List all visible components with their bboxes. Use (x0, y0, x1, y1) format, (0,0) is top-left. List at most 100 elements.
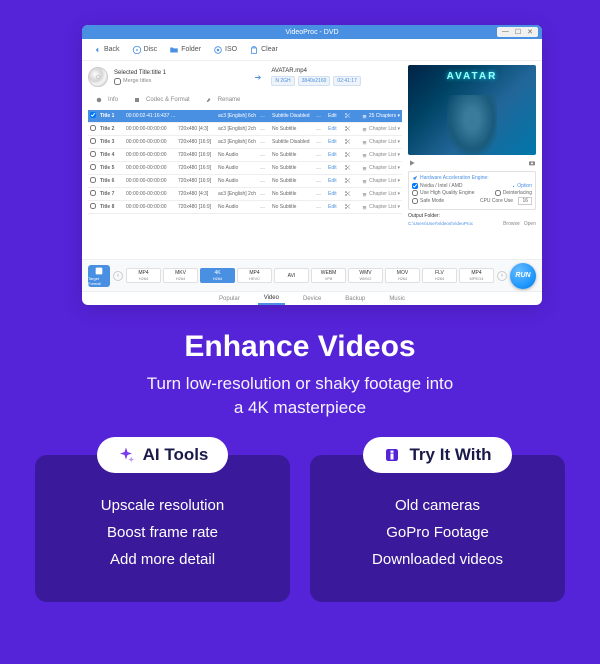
edit-link[interactable]: Edit (328, 165, 342, 171)
subtitle-chevron-icon[interactable]: … (316, 178, 326, 184)
subtitle-chevron-icon[interactable]: … (316, 165, 326, 171)
chapter-dropdown[interactable]: 25 Chapters ▾ (356, 113, 400, 119)
hq-checkbox[interactable] (412, 190, 418, 196)
chapter-dropdown[interactable]: Chapter List ▾ (356, 152, 400, 158)
table-row[interactable]: Title 5 00:00:00-00:00:00 720x480 [16:9]… (88, 162, 402, 175)
table-row[interactable]: Title 3 00:00:00-00:00:00 720x480 [16:9]… (88, 136, 402, 149)
video-preview[interactable]: AVATAR (408, 65, 536, 155)
table-row[interactable]: Title 6 00:00:00-00:00:00 720x480 [16:9]… (88, 175, 402, 188)
scissors-icon[interactable] (344, 112, 354, 121)
scissors-icon[interactable] (344, 125, 354, 134)
row-title: Title 6 (100, 178, 124, 184)
row-checkbox[interactable] (90, 125, 96, 131)
chapter-dropdown[interactable]: Chapter List ▾ (356, 178, 400, 184)
chapter-dropdown[interactable]: Chapter List ▾ (356, 191, 400, 197)
format-prev[interactable]: ‹ (113, 271, 123, 281)
edit-link[interactable]: Edit (328, 126, 342, 132)
hw-option-link[interactable]: Option (511, 183, 532, 189)
row-checkbox[interactable] (90, 203, 96, 209)
tab-music[interactable]: Music (383, 294, 411, 304)
tab-info[interactable]: Info (92, 93, 126, 107)
audio-chevron-icon[interactable]: … (260, 191, 270, 197)
format-item[interactable]: WEBMVP8 (311, 268, 346, 283)
deint-checkbox[interactable] (495, 190, 501, 196)
format-item[interactable]: MKVH264 (163, 268, 198, 283)
safe-checkbox[interactable] (412, 198, 418, 204)
format-item[interactable]: 4KH264 (200, 268, 235, 283)
edit-link[interactable]: Edit (328, 139, 342, 145)
format-item[interactable]: AVI (274, 268, 309, 283)
audio-chevron-icon[interactable]: … (260, 165, 270, 171)
audio-chevron-icon[interactable]: … (260, 126, 270, 132)
format-item[interactable]: MP4H264 (126, 268, 161, 283)
subtitle-chevron-icon[interactable]: … (316, 126, 326, 132)
chapter-dropdown[interactable]: Chapter List ▾ (356, 204, 400, 210)
format-next[interactable]: › (497, 271, 507, 281)
maximize-icon[interactable]: ☐ (515, 28, 521, 36)
audio-chevron-icon[interactable]: … (260, 204, 270, 210)
tab-popular[interactable]: Popular (213, 294, 246, 304)
clear-button[interactable]: Clear (245, 43, 282, 57)
scissors-icon[interactable] (344, 190, 354, 199)
chapter-dropdown[interactable]: Chapter List ▾ (356, 165, 400, 171)
row-checkbox[interactable] (90, 112, 96, 118)
table-row[interactable]: Title 2 00:00:00-00:00:00 720x480 [4:3] … (88, 123, 402, 136)
format-item[interactable]: MOVH264 (385, 268, 420, 283)
audio-chevron-icon[interactable]: … (260, 152, 270, 158)
format-item[interactable]: MP4MPEG4 (459, 268, 494, 283)
tab-device[interactable]: Device (297, 294, 327, 304)
open-button[interactable]: Open (524, 221, 536, 227)
close-icon[interactable]: ✕ (527, 28, 533, 36)
cpu-select[interactable]: 16 (518, 197, 532, 205)
merge-checkbox[interactable]: Merge titles (114, 78, 245, 85)
run-button[interactable]: RUN (510, 263, 536, 289)
tab-backup[interactable]: Backup (339, 294, 371, 304)
play-icon[interactable] (408, 159, 416, 167)
table-row[interactable]: Title 1 00:00:02-41:16:437 [16:9] ac3 [E… (88, 110, 402, 123)
edit-link[interactable]: Edit (328, 191, 342, 197)
tab-video[interactable]: Video (258, 293, 285, 305)
back-button[interactable]: Back (88, 43, 124, 57)
format-item[interactable]: MP4HEVC (237, 268, 272, 283)
scissors-icon[interactable] (344, 177, 354, 186)
chapter-dropdown[interactable]: Chapter List ▾ (356, 139, 400, 145)
scissors-icon[interactable] (344, 138, 354, 147)
disc-button[interactable]: Disc (128, 43, 162, 57)
audio-chevron-icon[interactable]: … (260, 139, 270, 145)
subtitle-chevron-icon[interactable]: … (316, 191, 326, 197)
row-checkbox[interactable] (90, 151, 96, 157)
audio-chevron-icon[interactable]: … (260, 113, 270, 119)
format-item[interactable]: FLVH264 (422, 268, 457, 283)
row-checkbox[interactable] (90, 164, 96, 170)
subtitle-chevron-icon[interactable]: … (316, 152, 326, 158)
table-row[interactable]: Title 4 00:00:00-00:00:00 720x480 [16:9]… (88, 149, 402, 162)
edit-link[interactable]: Edit (328, 152, 342, 158)
scissors-icon[interactable] (344, 151, 354, 160)
size-badge: N 2GH (271, 76, 294, 86)
browse-button[interactable]: Browse (503, 221, 520, 227)
audio-chevron-icon[interactable]: … (260, 178, 270, 184)
table-row[interactable]: Title 8 00:00:00-00:00:00 720x480 [16:9]… (88, 201, 402, 214)
subtitle-chevron-icon[interactable]: … (316, 139, 326, 145)
chapter-dropdown[interactable]: Chapter List ▾ (356, 126, 400, 132)
format-item[interactable]: WMVWMV2 (348, 268, 383, 283)
edit-link[interactable]: Edit (328, 204, 342, 210)
subtitle-chevron-icon[interactable]: … (316, 113, 326, 119)
scissors-icon[interactable] (344, 164, 354, 173)
edit-link[interactable]: Edit (328, 113, 342, 119)
folder-button[interactable]: Folder (165, 43, 205, 57)
minimize-icon[interactable]: — (502, 28, 509, 36)
iso-button[interactable]: ISO (209, 43, 241, 57)
camera-icon[interactable] (528, 159, 536, 167)
row-checkbox[interactable] (90, 190, 96, 196)
edit-link[interactable]: Edit (328, 178, 342, 184)
tab-rename[interactable]: Rename (202, 93, 249, 107)
row-checkbox[interactable] (90, 177, 96, 183)
target-format-icon[interactable]: Target Format (88, 265, 110, 287)
scissors-icon[interactable] (344, 203, 354, 212)
hw-chip-checkbox[interactable] (412, 183, 418, 189)
row-checkbox[interactable] (90, 138, 96, 144)
table-row[interactable]: Title 7 00:00:00-00:00:00 720x480 [4:3] … (88, 188, 402, 201)
subtitle-chevron-icon[interactable]: … (316, 204, 326, 210)
tab-codec[interactable]: Codec & Format (130, 93, 198, 107)
